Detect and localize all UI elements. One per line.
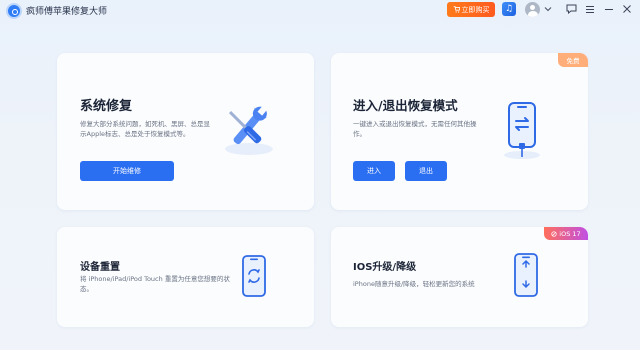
recovery-mode-description: 一键进入或退出恢复模式，无需任何其他操作。 xyxy=(353,120,477,138)
app-logo-icon xyxy=(6,3,22,19)
buy-now-label: 立即购买 xyxy=(461,5,490,14)
avatar-icon[interactable] xyxy=(525,2,540,17)
device-reset-description: 将 iPhone/iPad/iPod Touch 重置为任意您想要的状态。 xyxy=(80,275,230,293)
ios17-badge-label: iOS 17 xyxy=(559,229,581,238)
phone-cable-icon xyxy=(504,102,540,159)
ios17-badge: iOS 17 xyxy=(544,227,588,240)
system-repair-description: 修复大部分系统问题，如死机、黑屏、总是显示Apple标志、总是处于恢复模式等。 xyxy=(80,120,210,138)
buy-now-button[interactable]: 立即购买 xyxy=(447,2,495,17)
enter-recovery-button[interactable]: 进入 xyxy=(353,161,395,181)
cart-icon xyxy=(453,6,460,13)
system-repair-title: 系统修复 xyxy=(80,99,133,114)
free-badge: 免费 xyxy=(558,53,588,67)
app-title: 疯师傅苹果修复大师 xyxy=(26,7,108,17)
start-repair-button[interactable]: 开始维修 xyxy=(80,161,174,181)
music-icon[interactable]: ♫ xyxy=(502,2,516,16)
tools-icon xyxy=(225,105,273,155)
device-reset-card[interactable]: 设备重置 将 iPhone/iPad/iPod Touch 重置为任意您想要的状… xyxy=(57,227,314,327)
phone-updown-icon xyxy=(514,253,538,297)
chevron-down-icon[interactable] xyxy=(544,5,552,13)
ios-upgrade-title: IOS升级/降级 xyxy=(353,262,417,273)
device-reset-title: 设备重置 xyxy=(80,262,120,273)
ios-upgrade-description: iPhone随意升级/降级，轻松更新您的系统 xyxy=(353,280,475,288)
recovery-mode-title: 进入/退出恢复模式 xyxy=(353,98,458,113)
recovery-mode-card[interactable]: 免费 进入/退出恢复模式 一键进入或退出恢复模式，无需任何其他操作。 进入 退出 xyxy=(331,53,588,210)
ios-upgrade-card[interactable]: iOS 17 IOS升级/降级 iPhone随意升级/降级，轻松更新您的系统 xyxy=(331,227,588,327)
system-repair-card[interactable]: 系统修复 修复大部分系统问题，如死机、黑屏、总是显示Apple标志、总是处于恢复… xyxy=(57,53,314,210)
close-icon[interactable] xyxy=(621,3,633,15)
feedback-icon[interactable] xyxy=(565,3,577,15)
phone-refresh-icon xyxy=(242,255,266,297)
exit-recovery-button[interactable]: 退出 xyxy=(405,161,447,181)
menu-icon[interactable] xyxy=(584,3,596,15)
ban-icon xyxy=(551,230,557,237)
title-bar: 疯师傅苹果修复大师 立即购买 ♫ xyxy=(0,0,640,22)
minimize-icon[interactable] xyxy=(603,3,615,15)
